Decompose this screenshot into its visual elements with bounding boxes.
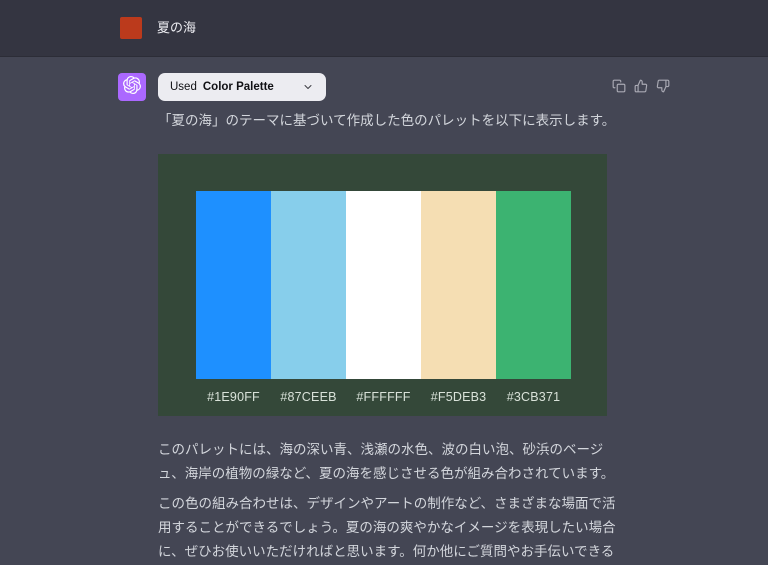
copy-icon[interactable] [612,79,626,93]
palette-swatch-label: #87CEEB [271,379,346,416]
used-plugin-button[interactable]: Used Color Palette [158,73,326,101]
palette-swatch-color [346,191,421,379]
thumbs-down-icon[interactable] [656,79,670,93]
palette-swatch: #F5DEB3 [421,191,496,416]
openai-logo-icon [123,76,141,99]
assistant-message-row: Used Color Palette [0,57,768,565]
plugin-button-prefix: Used [170,81,197,93]
assistant-paragraph-2: この色の組み合わせは、デザインやアートの制作など、さまざまな場面で活用することが… [158,492,626,565]
chevron-down-icon [280,81,314,93]
palette-swatch-color [421,191,496,379]
plugin-header: Used Color Palette [158,73,670,101]
plugin-button-name: Color Palette [203,81,274,93]
palette-swatch: #87CEEB [271,191,346,416]
assistant-intro-text: 「夏の海」のテーマに基づいて作成した色のパレットを以下に表示します。 [158,109,626,133]
palette-swatches: #1E90FF#87CEEB#FFFFFF#F5DEB3#3CB371 [196,191,571,416]
user-avatar [120,17,142,39]
palette-image: #1E90FF#87CEEB#FFFFFF#F5DEB3#3CB371 [158,154,607,416]
palette-swatch-color [196,191,271,379]
palette-swatch: #3CB371 [496,191,571,416]
palette-swatch-label: #F5DEB3 [421,379,496,416]
user-message-text: 夏の海 [157,18,196,38]
palette-swatch-color [271,191,346,379]
assistant-paragraph-1: このパレットには、海の深い青、浅瀬の水色、波の白い泡、砂浜のベージュ、海岸の植物… [158,438,626,486]
palette-swatch: #1E90FF [196,191,271,416]
thumbs-up-icon[interactable] [634,79,648,93]
palette-swatch-label: #1E90FF [196,379,271,416]
chatgpt-avatar [118,73,146,101]
palette-swatch-label: #FFFFFF [346,379,421,416]
user-message-row: 夏の海 [0,0,768,57]
palette-swatch: #FFFFFF [346,191,421,416]
palette-swatch-color [496,191,571,379]
palette-swatch-label: #3CB371 [496,379,571,416]
message-actions [612,73,670,93]
